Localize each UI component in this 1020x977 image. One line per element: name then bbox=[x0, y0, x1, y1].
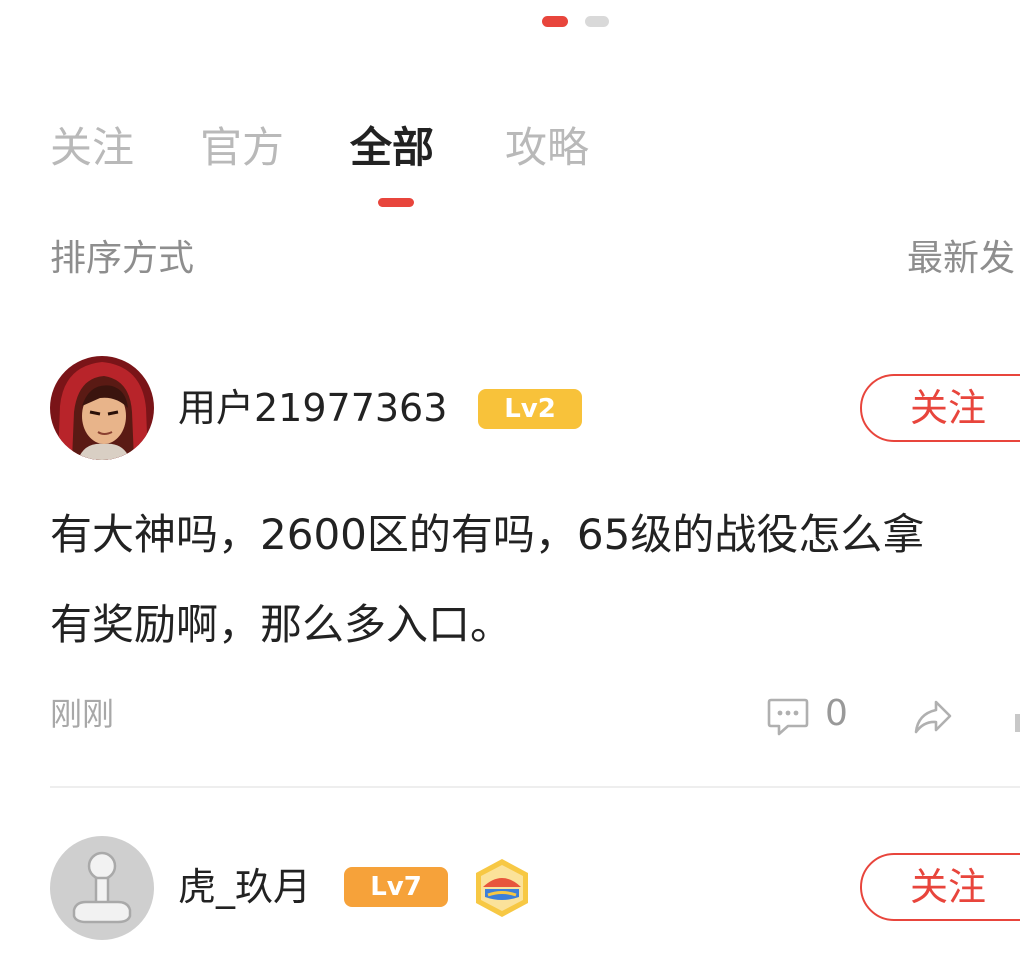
username-2[interactable]: 虎_玖月 bbox=[178, 862, 311, 912]
sort-label: 排序方式 bbox=[50, 238, 195, 279]
sort-dropdown[interactable]: 最新发 bbox=[907, 235, 1015, 283]
avatar-user-1[interactable] bbox=[50, 356, 154, 460]
post-content-1[interactable]: 有大神吗，2600区的有吗，65级的战役怎么拿 有奖励啊，那么多入口。 bbox=[50, 490, 1020, 670]
red-hood-character-icon bbox=[50, 356, 154, 460]
avatar-user-2[interactable] bbox=[50, 836, 154, 940]
pager-dot-inactive[interactable] bbox=[585, 16, 609, 27]
follow-button-1[interactable]: 关注 bbox=[860, 374, 1020, 442]
tab-guide[interactable]: 攻略 bbox=[505, 120, 589, 176]
default-joystick-avatar-icon bbox=[50, 836, 154, 940]
level-badge-2: Lv7 bbox=[344, 867, 448, 907]
comment-icon[interactable] bbox=[766, 697, 810, 739]
follow-button-2[interactable]: 关注 bbox=[860, 853, 1020, 921]
tab-follow[interactable]: 关注 bbox=[50, 120, 134, 176]
post-divider bbox=[50, 786, 1020, 788]
tab-official[interactable]: 官方 bbox=[200, 120, 284, 176]
post-timestamp-1: 刚刚 bbox=[50, 695, 115, 733]
share-icon[interactable] bbox=[912, 697, 954, 737]
tab-all[interactable]: 全部 bbox=[350, 120, 434, 176]
post-content-line: 有奖励啊，那么多入口。 bbox=[50, 600, 513, 649]
comment-count-1: 0 bbox=[825, 693, 848, 734]
more-options-icon[interactable] bbox=[1015, 714, 1020, 732]
post-content-line: 有大神吗，2600区的有吗，65级的战役怎么拿 bbox=[50, 510, 925, 559]
pager-dot-active[interactable] bbox=[542, 16, 568, 27]
username-1[interactable]: 用户21977363 bbox=[178, 383, 447, 433]
medal-icon[interactable] bbox=[472, 857, 532, 919]
level-badge-1: Lv2 bbox=[478, 389, 582, 429]
active-tab-indicator bbox=[378, 198, 414, 207]
